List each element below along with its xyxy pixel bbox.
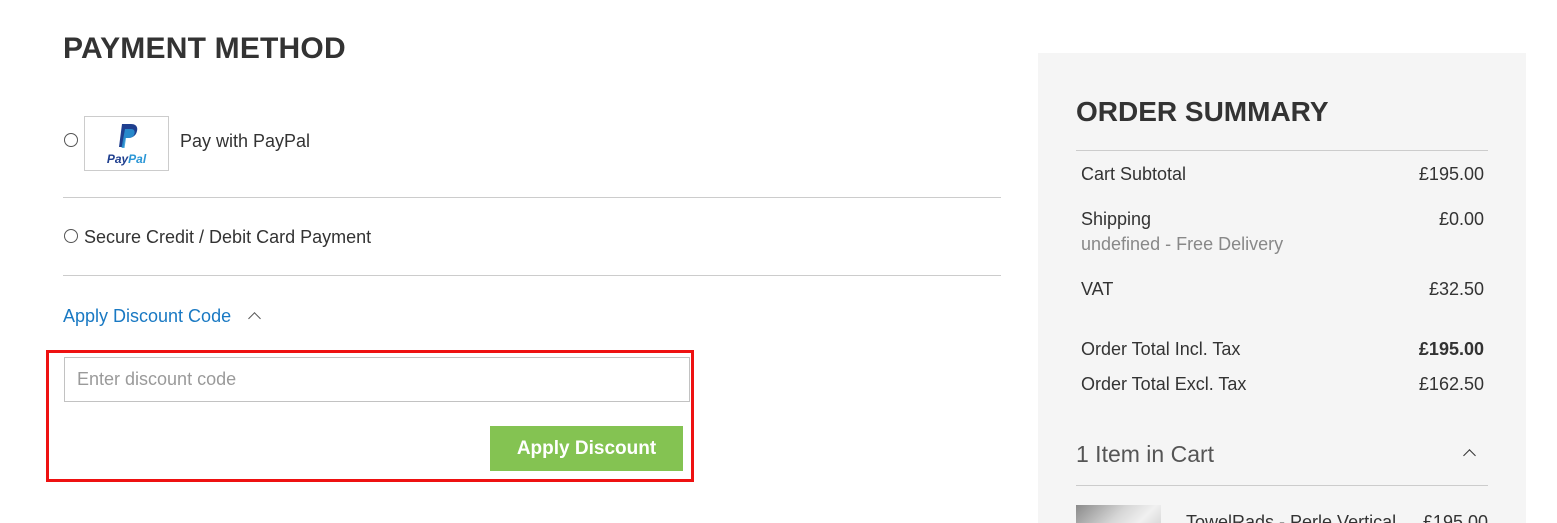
card-radio[interactable] <box>64 229 78 243</box>
apply-discount-toggle[interactable]: Apply Discount Code <box>63 306 261 327</box>
paypal-radio[interactable] <box>64 133 78 147</box>
divider <box>1076 150 1488 151</box>
apply-discount-button[interactable]: Apply Discount <box>490 426 683 471</box>
discount-code-input[interactable] <box>64 357 690 402</box>
discount-form: Apply Discount <box>46 350 694 482</box>
paypal-label[interactable]: Pay with PayPal <box>180 131 310 152</box>
order-summary-title: ORDER SUMMARY <box>1076 96 1329 127</box>
summary-row-value: £0.00 <box>1438 209 1484 229</box>
paypal-icon <box>119 124 138 148</box>
divider <box>1076 485 1488 486</box>
items-in-cart-label[interactable]: 1 Item in Cart <box>1076 441 1214 467</box>
summary-row-label: Order Total Incl. Tax <box>1081 339 1241 359</box>
payment-option-card[interactable]: Secure Credit / Debit Card Payment <box>63 197 1001 276</box>
cart-item-name: TowelRads - Perle Vertical <box>1186 512 1397 523</box>
payment-option-paypal[interactable]: PayPal Pay with PayPal <box>63 116 1001 196</box>
paypal-wordmark-b: Pal <box>128 152 147 166</box>
paypal-logo: PayPal <box>84 116 169 171</box>
product-thumbnail <box>1076 505 1161 523</box>
shipping-method-note: undefined - Free Delivery <box>1081 234 1284 254</box>
summary-row-value: £195.00 <box>1418 339 1484 359</box>
cart-item-price: £195.00 <box>1422 512 1488 523</box>
cart-item: TowelRads - Perle Vertical £195.00 <box>1076 505 1488 523</box>
chevron-up-icon[interactable] <box>248 312 261 325</box>
order-summary: ORDER SUMMARY Cart Subtotal £195.00 Ship… <box>1038 53 1526 523</box>
summary-row-value: £162.50 <box>1418 374 1484 394</box>
items-in-cart-toggle[interactable]: 1 Item in Cart <box>1076 441 1488 468</box>
apply-discount-toggle-label[interactable]: Apply Discount Code <box>63 306 231 326</box>
summary-row-value: £195.00 <box>1418 164 1484 184</box>
payment-method-title: PAYMENT METHOD <box>63 32 346 65</box>
summary-row-label: Shipping <box>1081 209 1152 229</box>
card-label[interactable]: Secure Credit / Debit Card Payment <box>84 227 371 248</box>
summary-row-label: Cart Subtotal <box>1081 164 1187 184</box>
summary-row-label: VAT <box>1081 279 1114 299</box>
paypal-wordmark-a: Pay <box>106 152 129 166</box>
summary-row-value: £32.50 <box>1428 279 1484 299</box>
summary-row-label: Order Total Excl. Tax <box>1081 374 1247 394</box>
chevron-up-icon[interactable] <box>1463 449 1476 462</box>
paypal-wordmark: PayPal <box>85 152 168 166</box>
